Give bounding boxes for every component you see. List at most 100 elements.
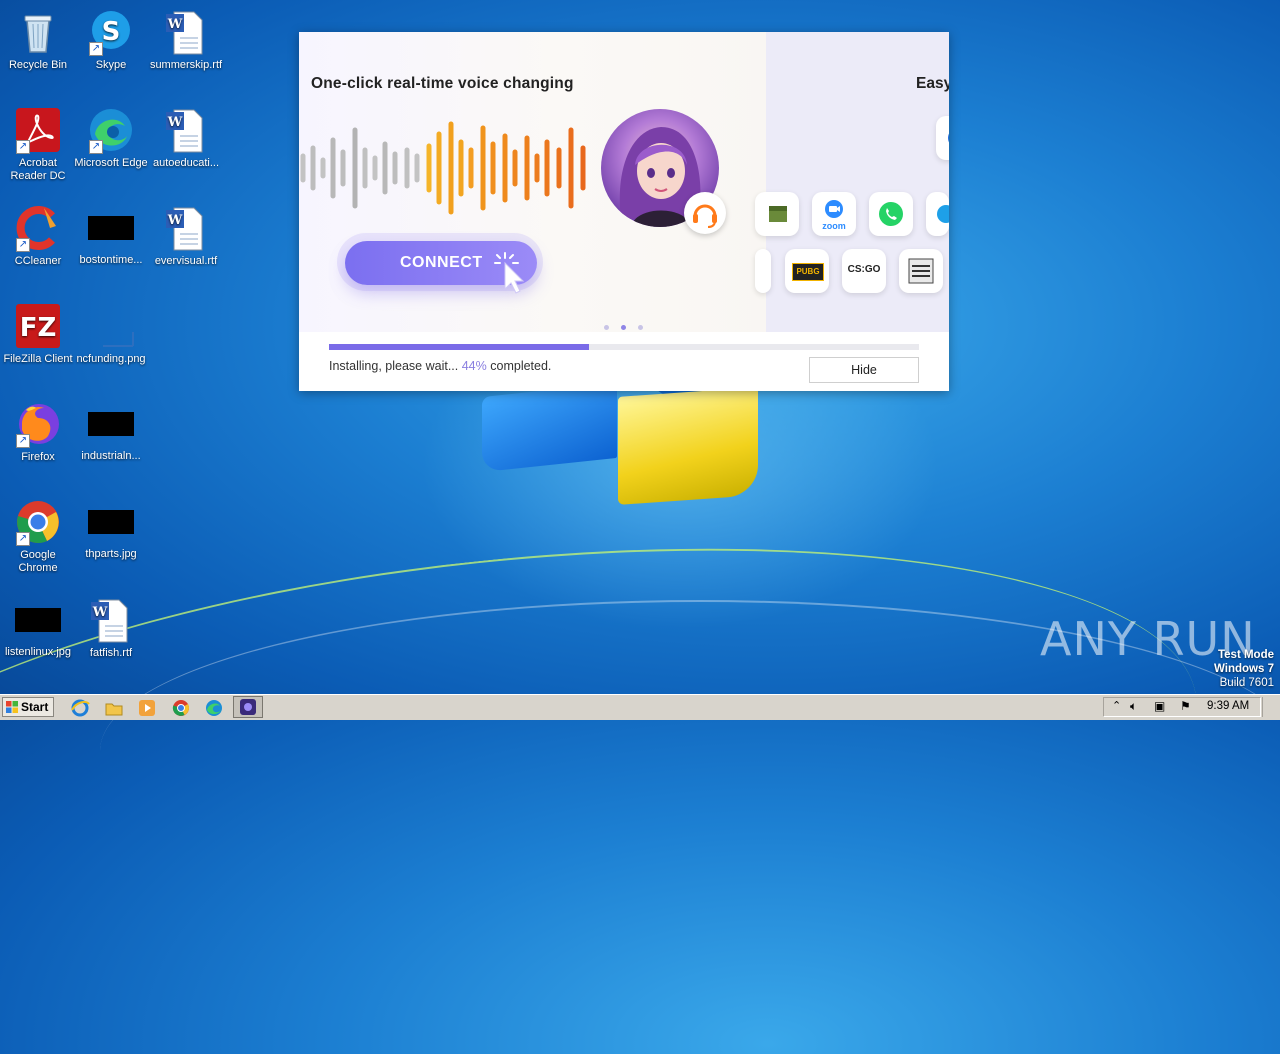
desktop-icon-label: Firefox: [21, 451, 55, 463]
edge-icon: ↗: [87, 106, 135, 154]
desktop-icon-label: Google Chrome: [18, 549, 58, 574]
slide-dot-active[interactable]: [621, 325, 626, 330]
filezilla-icon: FZ: [14, 302, 62, 350]
slide-indicator: [604, 317, 655, 332]
desktop-icon-autoeducati[interactable]: W autoeducati...: [148, 106, 224, 170]
svg-text:W: W: [92, 605, 108, 620]
show-desktop-button[interactable]: [1262, 697, 1277, 717]
connect-button[interactable]: CONNECT: [345, 241, 537, 294]
test-mode-label: Test Mode: [1217, 649, 1274, 661]
shortcut-arrow-icon: ↗: [16, 140, 30, 154]
desktop-icon-label: autoeducati...: [152, 157, 220, 169]
install-status-text: Installing, please wait... 44% completed…: [329, 359, 551, 373]
install-footer: Installing, please wait... 44% completed…: [299, 332, 949, 391]
volume-icon[interactable]: 🔈︎: [1130, 699, 1137, 714]
zoom-icon: zoom: [812, 192, 856, 236]
desktop-icon-edge[interactable]: ↗ Microsoft Edge: [73, 106, 149, 170]
redacted-thumbnail: [15, 608, 61, 632]
chrome-icon: ↗: [14, 498, 62, 546]
pubg-icon-label: PUBG: [792, 263, 824, 281]
slide-dot[interactable]: [604, 325, 609, 330]
gta-icon: [899, 249, 943, 293]
word-document-icon: W: [162, 8, 210, 56]
desktop-icon-label: Microsoft Edge: [74, 157, 148, 169]
desktop-icon-label: bostontime...: [79, 254, 143, 266]
desktop-icon-ccleaner[interactable]: ↗ CCleaner: [0, 204, 76, 268]
desktop-icon-label: FileZilla Client: [3, 353, 73, 365]
installer-window: One-click real-time voice changing Easy: [299, 32, 949, 391]
voice-changer-app-icon: [240, 699, 256, 715]
image-file-icon: [87, 302, 135, 350]
desktop-icon-label: summerskip.rtf: [149, 59, 223, 71]
build-label: Build 7601: [1219, 677, 1274, 689]
start-button[interactable]: Start: [2, 697, 54, 717]
desktop-icon-thparts[interactable]: thparts.jpg: [73, 498, 149, 561]
desktop-icon-listenlinux[interactable]: listenlinux.jpg: [0, 596, 76, 659]
redacted-thumbnail: [88, 216, 134, 240]
install-progress-bar: [329, 344, 919, 350]
promo-headline: One-click real-time voice changing: [311, 75, 574, 92]
desktop-icon-label: industrialn...: [81, 450, 141, 462]
desktop-icon-fatfish[interactable]: W fatfish.rtf: [73, 596, 149, 660]
desktop-icon-label: ncfunding.png: [76, 353, 146, 365]
edge-taskbar-icon[interactable]: [204, 698, 224, 718]
word-document-icon: W: [162, 204, 210, 252]
csgo-icon: CS:GO: [842, 249, 886, 293]
cursor-click-icon: [494, 252, 525, 294]
redacted-thumbnail: [88, 412, 134, 436]
desktop-icon-bostontime[interactable]: bostontime...: [73, 204, 149, 267]
shortcut-arrow-icon: ↗: [16, 238, 30, 252]
desktop-icon-label: Acrobat Reader DC: [10, 157, 66, 182]
status-suffix: completed.: [490, 359, 552, 373]
word-document-icon: W: [162, 106, 210, 154]
svg-text:FZ: FZ: [20, 313, 57, 343]
install-progress-fill: [329, 344, 589, 350]
desktop-icon-ncfunding[interactable]: ncfunding.png: [73, 302, 149, 366]
installer-taskbar-button[interactable]: [233, 696, 263, 718]
svg-text:S: S: [102, 17, 121, 47]
test-mode-notice: Test Mode Windows 7 Build 7601: [1214, 648, 1274, 690]
minecraft-icon: [755, 192, 799, 236]
tray-expand-icon[interactable]: ⌃: [1112, 699, 1121, 712]
pubg-icon: PUBG: [785, 249, 829, 293]
taskbar-clock[interactable]: 9:39 AM: [1207, 700, 1249, 712]
voice-waveform-graphic: [300, 121, 586, 215]
network-icon[interactable]: ▣: [1154, 699, 1165, 713]
desktop-icon-chrome[interactable]: ↗ Google Chrome: [0, 498, 76, 575]
shortcut-arrow-icon: ↗: [89, 140, 103, 154]
desktop-icon-evervisual[interactable]: W evervisual.rtf: [148, 204, 224, 268]
desktop-icon-label: listenlinux.jpg: [4, 646, 72, 658]
windows-logo-blue: [482, 382, 617, 473]
status-percent: 44%: [461, 359, 487, 373]
desktop-icon-summerskip[interactable]: W summerskip.rtf: [148, 8, 224, 72]
connect-button-label: CONNECT: [400, 254, 483, 271]
promo-headline-next: Easy: [916, 75, 949, 92]
desktop-icon-label: thparts.jpg: [85, 548, 137, 560]
desktop-icon-industrialn[interactable]: industrialn...: [73, 400, 149, 463]
desktop-icon-skype[interactable]: S ↗ Skype: [73, 8, 149, 72]
chrome-taskbar-icon[interactable]: [171, 698, 191, 718]
shortcut-arrow-icon: ↗: [16, 434, 30, 448]
zoom-icon-label: zoom: [822, 221, 846, 231]
status-prefix: Installing, please wait...: [329, 359, 459, 373]
desktop-icon-firefox[interactable]: ↗ Firefox: [0, 400, 76, 464]
desktop-icon-acrobat[interactable]: ↗ Acrobat Reader DC: [0, 106, 76, 183]
app-icon-partial: [755, 249, 771, 293]
hide-button[interactable]: Hide: [809, 357, 919, 383]
shortcut-arrow-icon: ↗: [16, 532, 30, 546]
windows-logo-yellow: [618, 387, 758, 505]
desktop-icon-filezilla[interactable]: FZ FileZilla Client: [0, 302, 76, 366]
shortcut-arrow-icon: ↗: [89, 42, 103, 56]
taskbar: Start ⌃ 🔈︎ ▣ ⚑ 9:39 AM: [0, 694, 1280, 720]
internet-explorer-icon[interactable]: [70, 698, 90, 718]
desktop-icon-label: fatfish.rtf: [89, 647, 133, 659]
desktop-icon-label: CCleaner: [14, 255, 62, 267]
action-center-flag-icon[interactable]: ⚑: [1180, 699, 1191, 713]
recycle-bin-icon: [14, 8, 62, 56]
redacted-thumbnail: [88, 510, 134, 534]
slide-dot[interactable]: [638, 325, 643, 330]
promo-banner: One-click real-time voice changing Easy: [299, 32, 949, 332]
desktop-icon-recycle-bin[interactable]: Recycle Bin: [0, 8, 76, 72]
file-explorer-icon[interactable]: [104, 698, 124, 718]
media-player-icon[interactable]: [137, 698, 157, 718]
